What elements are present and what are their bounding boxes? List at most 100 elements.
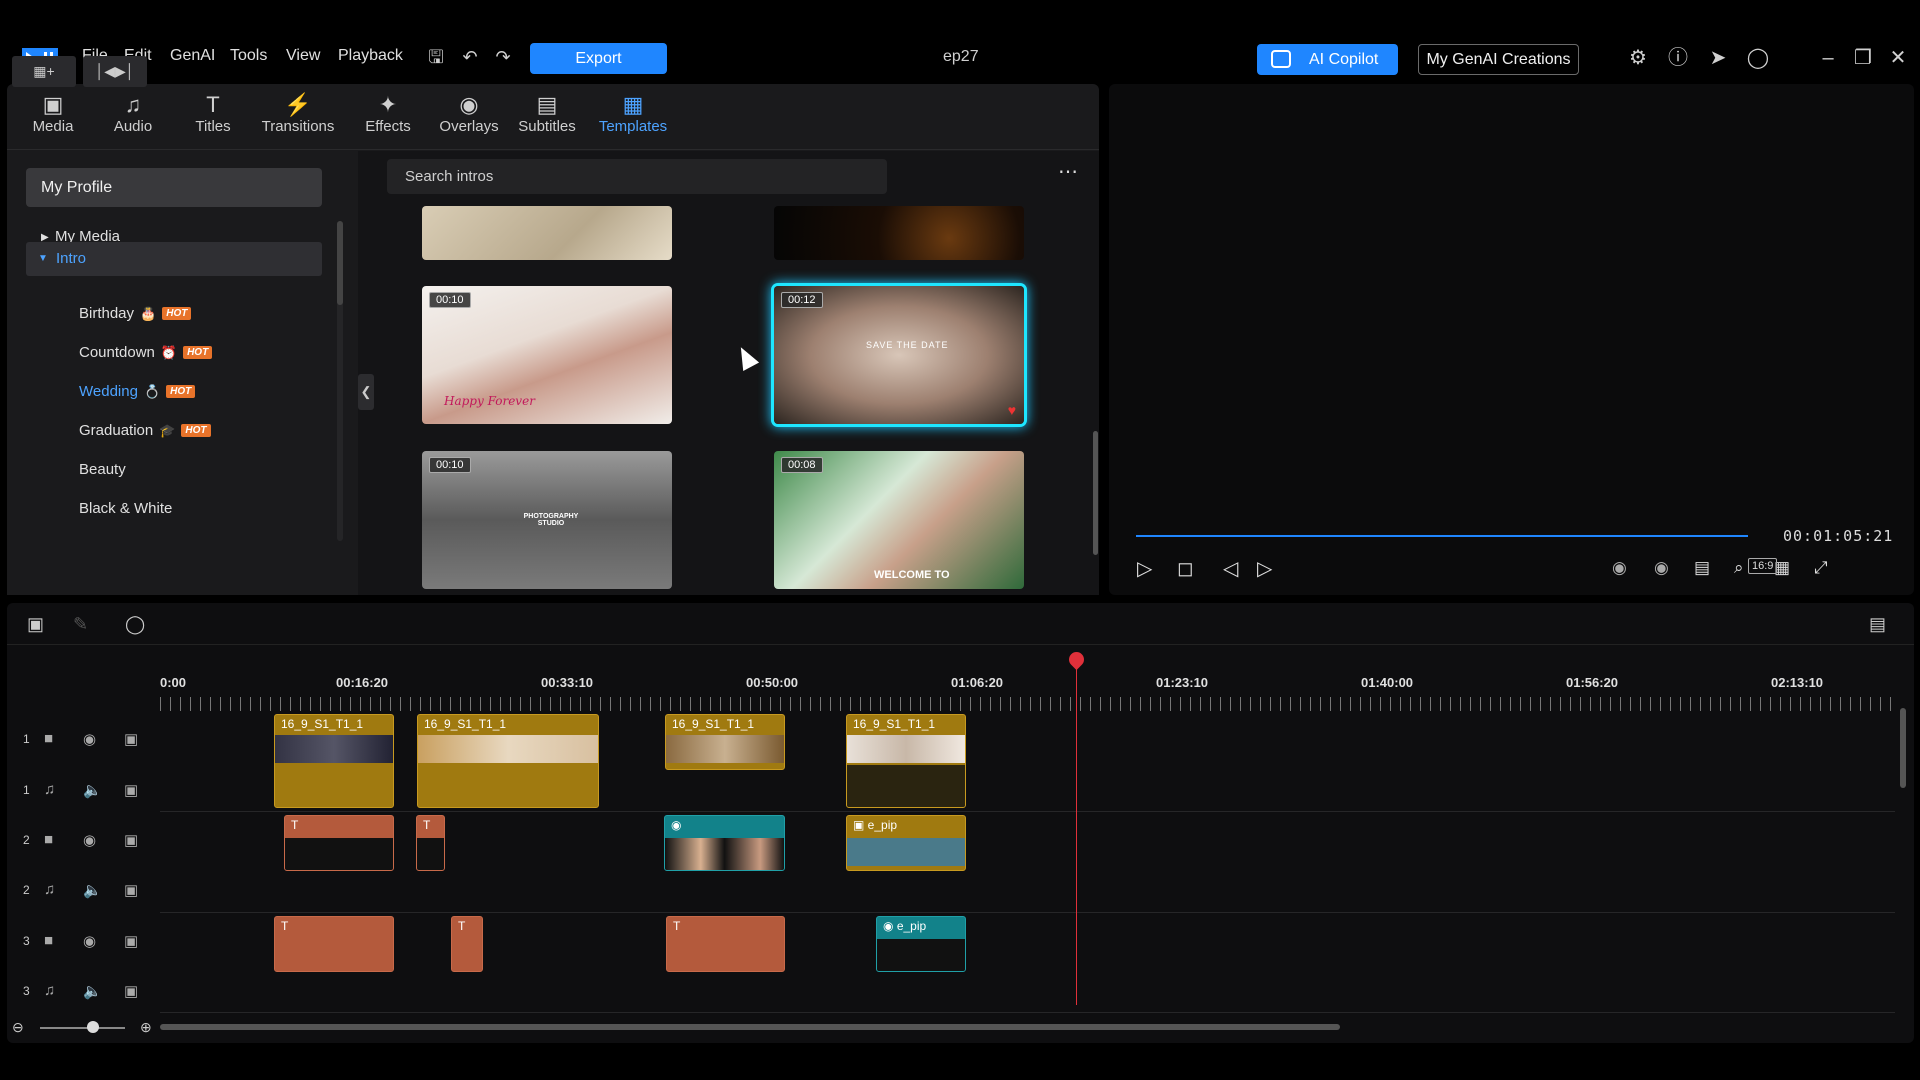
hot-badge: HOT (162, 307, 192, 320)
tab-overlays[interactable]: ◉ Overlays (429, 92, 509, 135)
tab-audio[interactable]: ♫ Audio (103, 92, 163, 135)
visibility-eye-icon[interactable]: ◉ (83, 831, 96, 849)
redo-icon[interactable]: ↷ (492, 46, 514, 68)
title-clip[interactable]: T (274, 916, 394, 972)
template-thumbnail[interactable] (774, 206, 1024, 260)
save-icon[interactable]: 🖫 (425, 46, 447, 68)
pip-clip[interactable]: ▣ e_pip (846, 815, 966, 871)
zoom-out-icon[interactable]: ⊖ (12, 1019, 24, 1036)
lock-icon[interactable]: ▣ (124, 831, 138, 849)
add-track-button[interactable]: ▦+ (12, 56, 76, 87)
my-profile-button[interactable]: My Profile (26, 168, 322, 207)
menu-playback[interactable]: Playback (338, 47, 403, 65)
title-clip[interactable]: T (451, 916, 483, 972)
lock-icon[interactable]: ▣ (124, 730, 138, 748)
marker-shield-icon[interactable]: ◯ (125, 614, 145, 635)
playback-settings-icon[interactable]: ▤ (1694, 558, 1710, 578)
template-thumbnail[interactable]: 00:10 PHOTOGRAPHY STUDIO (422, 451, 672, 589)
template-thumbnail[interactable]: 00:08 WELCOME TO (774, 451, 1024, 589)
video-clip[interactable]: 16_9_S1_T1_1 (665, 714, 785, 770)
more-options-icon[interactable]: ⋯ (1058, 159, 1079, 184)
track-divider (160, 811, 1895, 812)
help-icon[interactable]: ⓘ (1666, 46, 1690, 70)
title-t-icon: T (281, 919, 289, 933)
preview-progress-bar[interactable] (1136, 535, 1748, 537)
render-preview-icon[interactable]: ◉ (1654, 558, 1669, 578)
snapshot-icon[interactable]: ◉ (1612, 558, 1627, 578)
minimize-icon[interactable]: – (1816, 46, 1840, 70)
title-clip[interactable]: T (666, 916, 785, 972)
menu-genai[interactable]: GenAI (170, 47, 215, 65)
undo-icon[interactable]: ↶ (459, 46, 481, 68)
lock-icon[interactable]: ▣ (124, 982, 138, 1000)
library-panel: ▣ Media ♫ Audio T Titles ⚡ Transitions ✦ Effe… (7, 84, 1099, 595)
grid-scrollbar[interactable] (1093, 431, 1098, 555)
menu-tools[interactable]: Tools (230, 47, 267, 65)
zoom-in-icon[interactable]: ⊕ (140, 1019, 152, 1036)
tab-transitions[interactable]: ⚡ Transitions (253, 92, 343, 135)
menu-view[interactable]: View (286, 47, 320, 65)
category-birthday[interactable]: Birthday 🎂 HOT (79, 305, 192, 322)
tick-label: 00:16:20 (336, 675, 389, 690)
category-black-white[interactable]: Black & White (79, 500, 172, 517)
lock-icon[interactable]: ▣ (124, 781, 138, 799)
template-thumbnail-selected[interactable]: 00:12 SAVE THE DATE ♥ (774, 286, 1024, 424)
search-input[interactable]: Search intros (387, 159, 887, 194)
template-thumbnail[interactable] (422, 206, 672, 260)
time-ruler[interactable] (160, 697, 1895, 711)
genai-creations-button[interactable]: My GenAI Creations (1418, 44, 1579, 75)
snap-button[interactable]: │◀▶│ (83, 56, 147, 87)
category-graduation[interactable]: Graduation 🎓 HOT (79, 422, 211, 439)
category-beauty[interactable]: Beauty (79, 461, 126, 478)
account-icon[interactable]: ◯ (1746, 46, 1770, 70)
category-countdown[interactable]: Countdown ⏰ HOT (79, 344, 213, 361)
fit-to-screen-icon[interactable]: ▣ (27, 614, 44, 635)
tab-effects[interactable]: ✦ Effects (353, 92, 423, 135)
effects-icon: ✦ (378, 92, 398, 117)
tree-item-intro[interactable]: ▼ Intro (26, 242, 322, 276)
restore-icon[interactable]: ❐ (1851, 46, 1875, 70)
play-icon[interactable]: ▷ (1137, 556, 1152, 581)
effect-clip[interactable]: ◉ (664, 815, 785, 871)
title-clip[interactable]: T (416, 815, 445, 871)
stop-icon[interactable]: ◻ (1177, 556, 1194, 581)
export-button[interactable]: Export (530, 43, 667, 74)
track-manager-icon[interactable]: ▤ (1869, 614, 1886, 635)
speaker-icon[interactable]: 🔈 (83, 881, 102, 899)
zoom-preview-icon[interactable]: ⌕ (1734, 558, 1744, 578)
zoom-slider-track[interactable] (40, 1027, 125, 1029)
previous-frame-icon[interactable]: ◁ (1223, 556, 1238, 581)
collapse-sidebar-button[interactable]: ❮ (358, 374, 374, 410)
feedback-icon[interactable]: ➤ (1706, 46, 1730, 70)
playhead-line[interactable] (1076, 660, 1077, 1005)
zoom-slider-knob[interactable] (87, 1021, 99, 1033)
timeline-horizontal-scrollbar[interactable] (160, 1024, 1340, 1030)
lock-icon[interactable]: ▣ (124, 932, 138, 950)
tab-subtitles[interactable]: ▤ Subtitles (511, 92, 583, 135)
visibility-eye-icon[interactable]: ◉ (83, 932, 96, 950)
visibility-eye-icon[interactable]: ◉ (83, 730, 96, 748)
lock-icon[interactable]: ▣ (124, 881, 138, 899)
ai-copilot-button[interactable]: AI Copilot (1257, 44, 1398, 75)
favorite-heart-icon[interactable]: ♥ (1008, 402, 1016, 418)
speaker-icon[interactable]: 🔈 (83, 781, 102, 799)
pip-effect-clip[interactable]: ◉ e_pip (876, 916, 966, 972)
video-camera-icon: ■ (44, 932, 54, 949)
tab-media[interactable]: ▣ Media (23, 92, 83, 135)
close-icon[interactable]: ✕ (1886, 46, 1910, 70)
video-clip[interactable]: 16_9_S1_T1_1 (417, 714, 599, 808)
fullscreen-icon[interactable]: ⤢ (1814, 558, 1828, 578)
next-frame-icon[interactable]: ▷ (1257, 556, 1272, 581)
tab-templates[interactable]: ▦ Templates (591, 92, 675, 135)
timeline-vertical-scrollbar[interactable] (1900, 708, 1906, 788)
sidebar-scrollbar[interactable] (337, 221, 343, 305)
title-clip[interactable]: T (284, 815, 394, 871)
tab-titles[interactable]: T Titles (183, 92, 243, 135)
settings-gear-icon[interactable]: ⚙ (1626, 46, 1650, 70)
aspect-ratio-button[interactable]: 16:9 (1748, 558, 1778, 574)
video-clip[interactable]: 16_9_S1_T1_1 (274, 714, 394, 808)
category-wedding[interactable]: Wedding 💍 HOT (79, 383, 196, 400)
video-clip[interactable]: 16_9_S1_T1_1 (846, 714, 966, 808)
template-thumbnail[interactable]: 00:10 Happy Forever (422, 286, 672, 424)
speaker-icon[interactable]: 🔈 (83, 982, 102, 1000)
